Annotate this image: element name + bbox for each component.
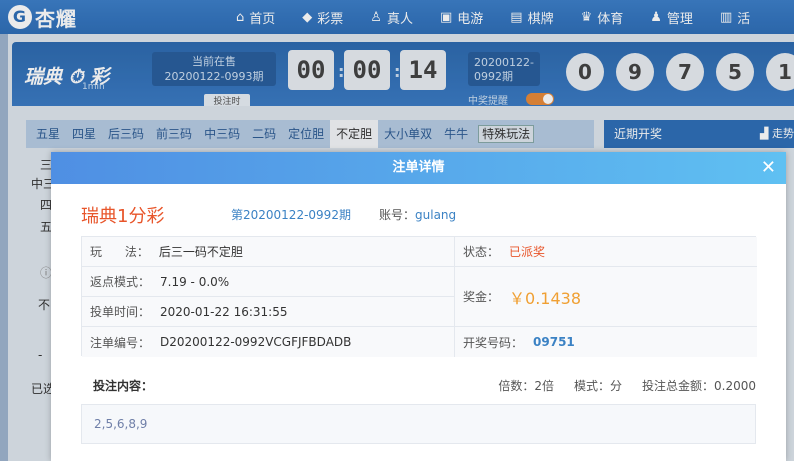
modal-title: 注单详情 [392,160,445,175]
account-info: 账号：gulang [379,208,457,222]
status-value: 已派奖 [509,245,546,259]
bet-content-box: 2,5,6,8,9 [81,404,756,444]
bet-detail-modal: 注单详情 ✕ 瑞典1分彩 第20200122-0992期 账号：gulang 玩… [51,152,786,461]
draw-number: 09751 [533,335,575,349]
rebate-row: 返点模式： 7.19 - 0.0% [82,267,454,297]
bet-content-label: 投注内容： [93,379,154,393]
mode-value: 模式：分 [573,379,622,393]
prize-value: ￥0.1438 [509,288,582,308]
issue-number: 第20200122-0992期 [231,208,351,222]
multiple-value: 倍数：2倍 [498,379,554,393]
bet-info-table: 玩 法： 后三一码不定胆 状态： 已派奖 返点模式： 7.19 - 0.0% 奖金： ￥… [81,236,757,357]
draw-row: 开奖号码： 09751 [454,327,757,357]
lottery-name: 瑞典1分彩 [81,206,165,227]
status-row: 状态： 已派奖 [454,237,757,267]
modal-header: 注单详情 ✕ [51,152,786,184]
bet-time-row: 投单时间： 2020-01-22 16:31:55 [82,297,454,327]
play-row: 玩 法： 后三一码不定胆 [82,237,454,267]
close-icon[interactable]: ✕ [761,152,776,184]
account-name: gulang [415,208,457,222]
total-amount: 投注总金额：0.2000 [642,379,756,393]
bet-meta: 倍数：2倍 模式：分 投注总金额：0.2000 [498,377,756,394]
order-row: 注单编号： D20200122-0992VCGFJFBDADB [82,327,454,357]
prize-row: 奖金： ￥0.1438 [454,267,757,327]
